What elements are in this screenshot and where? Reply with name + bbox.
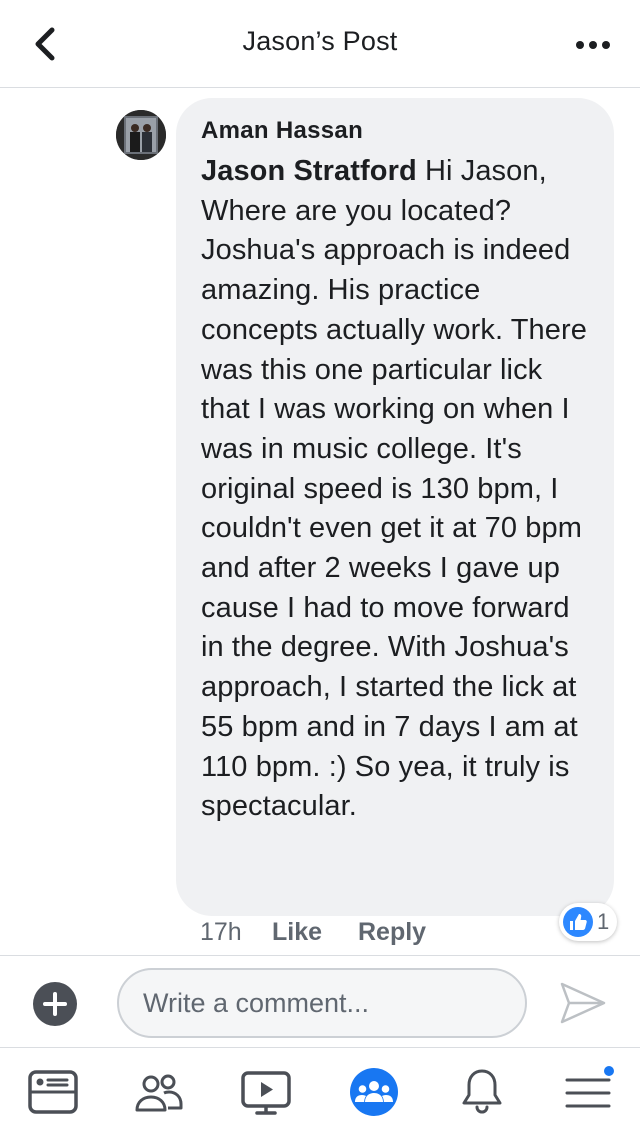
top-bar: Jason’s Post — [0, 0, 640, 88]
comment-body: Hi Jason, Where are you located? Joshua'… — [201, 155, 587, 823]
groups-icon — [350, 1068, 398, 1116]
comment-input[interactable] — [117, 968, 527, 1038]
nav-menu[interactable] — [558, 1062, 618, 1122]
comment-bubble: Aman Hassan Jason Stratford Hi Jason, Wh… — [176, 98, 614, 916]
post-page: Jason’s Post Aman Hassan Jason Stratford… — [0, 0, 640, 1136]
comment-actions: 17h Like Reply — [200, 918, 426, 954]
bottom-navigation — [0, 1047, 640, 1136]
nav-friends[interactable] — [128, 1062, 188, 1122]
add-attachment-button[interactable] — [33, 982, 77, 1026]
nav-news-feed[interactable] — [23, 1062, 83, 1122]
like-button[interactable]: Like — [272, 918, 358, 954]
bell-icon — [462, 1069, 502, 1114]
comment-timestamp[interactable]: 17h — [200, 918, 272, 954]
nav-notifications[interactable] — [452, 1062, 512, 1122]
reaction-summary[interactable]: 1 — [559, 903, 618, 941]
nav-groups[interactable] — [344, 1062, 404, 1122]
page-title: Jason’s Post — [242, 26, 398, 56]
comment-text: Jason Stratford Hi Jason, Where are you … — [201, 152, 594, 827]
mention-link[interactable]: Jason Stratford — [201, 155, 417, 187]
watch-video-icon — [241, 1071, 291, 1115]
news-feed-icon — [28, 1070, 78, 1114]
plus-icon — [43, 992, 67, 1016]
comment-author[interactable]: Aman Hassan — [201, 116, 594, 146]
reply-button[interactable]: Reply — [358, 918, 426, 954]
more-options-button[interactable] — [574, 30, 614, 60]
more-dots-icon — [576, 41, 610, 49]
send-button[interactable] — [556, 978, 610, 1028]
avatar[interactable] — [116, 110, 166, 160]
profile-photo-icon — [116, 110, 166, 160]
comment-composer — [0, 955, 640, 1047]
send-icon — [560, 982, 606, 1024]
friends-icon — [135, 1074, 183, 1112]
reaction-count: 1 — [597, 909, 610, 934]
thumbs-up-icon — [563, 907, 593, 937]
nav-watch[interactable] — [236, 1062, 296, 1122]
notification-dot — [602, 1064, 616, 1078]
